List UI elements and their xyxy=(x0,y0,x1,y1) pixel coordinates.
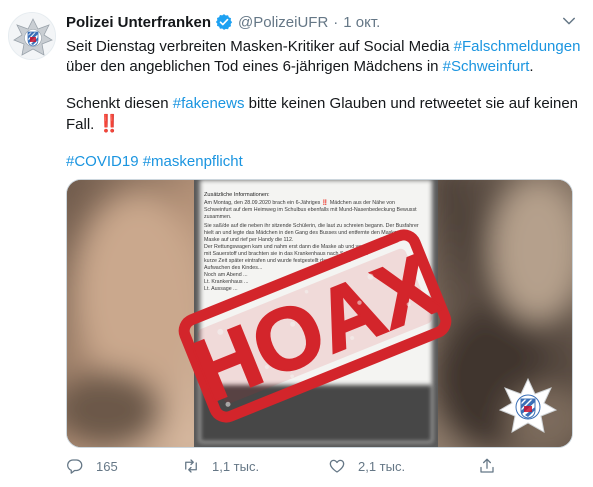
hashtag-link[interactable]: #fakenews xyxy=(173,95,245,112)
document-line: Der Rettungswagen kam und nahm erst dann… xyxy=(204,244,378,250)
hashtag-link[interactable]: #COVID19 xyxy=(66,153,139,170)
text-segment: bitte keinen Glauben und retweetet sie a… xyxy=(244,95,579,112)
separator-dot: · xyxy=(333,13,339,31)
text-segment: . xyxy=(529,58,534,75)
document-line: Sie saß/de auf die neben ihr sitzende Sc… xyxy=(204,223,419,229)
tweet-actions: 165 1,1 тыс. 2,1 тыс. xyxy=(66,455,506,477)
tweet-card[interactable]: Polizei Unterfranken @PolizeiUFR · 1 окт… xyxy=(0,0,593,487)
heart-icon xyxy=(329,459,345,473)
reply-count: 165 xyxy=(96,458,118,474)
document-line: Lt. Krankenhaus ... xyxy=(204,279,248,285)
tweet-header: Polizei Unterfranken @PolizeiUFR · 1 окт… xyxy=(66,12,380,32)
document-line: hielt an und legte das Mädchen in den Ga… xyxy=(204,230,400,236)
reply-icon xyxy=(67,459,83,474)
hoax-image: Zusätzliche Informationen: Am Montag, de… xyxy=(67,180,572,447)
chevron-down-icon[interactable] xyxy=(560,12,578,30)
tweet-image[interactable]: Zusätzliche Informationen: Am Montag, de… xyxy=(66,179,573,448)
hashtag-link[interactable]: #Schweinfurt xyxy=(443,58,530,75)
document-line: Lt. Aussage ... xyxy=(204,286,238,292)
hashtag-link[interactable]: #maskenpflicht xyxy=(143,153,243,170)
document-line: Schweinfurt auf dem Heimweg im Schulbus … xyxy=(204,207,417,213)
tweet-text-line: #COVID19 #maskenpflicht xyxy=(66,152,586,172)
like-count: 2,1 тыс. xyxy=(358,458,406,474)
document-line: Noch am Abend ... xyxy=(204,272,248,278)
author-handle[interactable]: @PolizeiUFR xyxy=(238,14,328,31)
retweet-icon xyxy=(185,459,197,473)
document-line: Maske auf und rief per Handy die 112. xyxy=(204,237,293,243)
double-exclamation-emoji: ‼️ xyxy=(98,114,120,133)
tweet-timestamp[interactable]: 1 окт. xyxy=(343,14,380,31)
text-segment: Seit Dienstag verbreiten Masken-Kritiker… xyxy=(66,38,454,55)
avatar[interactable] xyxy=(8,12,56,60)
tweet-text-line: Seit Dienstag verbreiten Masken-Kritiker… xyxy=(66,37,586,57)
hashtag-link[interactable]: #Falschmeldungen xyxy=(454,38,581,55)
police-star-logo-icon xyxy=(9,13,55,59)
tweet-text-line: Fall. ‼️ xyxy=(66,114,586,135)
document-line: Am Montag, den 28.09.2020 brach ein 6-Jä… xyxy=(204,199,395,206)
text-segment: über den angeblichen Tod eines 6-jährige… xyxy=(66,58,443,75)
document-heading: Zusätzliche Informationen: xyxy=(204,192,270,198)
document-line: zusammen. xyxy=(204,214,231,220)
author-name[interactable]: Polizei Unterfranken xyxy=(66,14,211,31)
share-icon xyxy=(480,458,494,473)
retweet-button[interactable]: 1,1 тыс. xyxy=(182,455,259,477)
document-line: Aufwachen des Kindes... xyxy=(204,265,262,271)
text-segment: Fall. xyxy=(66,116,99,133)
tweet-text-line: über den angeblichen Tod eines 6-jährige… xyxy=(66,57,586,77)
text-segment: Schenkt diesen xyxy=(66,95,173,112)
verified-badge-icon xyxy=(215,14,233,30)
retweet-count: 1,1 тыс. xyxy=(212,458,260,474)
share-button[interactable] xyxy=(478,455,508,477)
reply-button[interactable]: 165 xyxy=(66,455,118,477)
like-button[interactable]: 2,1 тыс. xyxy=(328,455,405,477)
tweet-text-line: Schenkt diesen #fakenews bitte keinen Gl… xyxy=(66,94,586,114)
tweet-text: Seit Dienstag verbreiten Masken-Kritiker… xyxy=(66,37,586,172)
